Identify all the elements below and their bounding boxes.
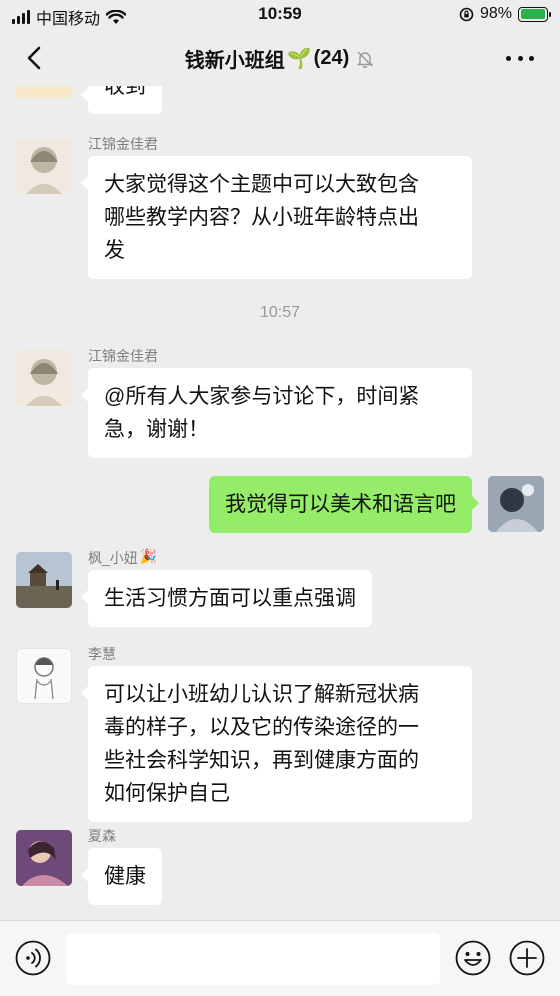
voice-icon[interactable] — [14, 939, 52, 977]
sender-name: 枫_小妞 🎉 — [88, 548, 157, 568]
message-bubble[interactable]: 健康 — [81, 848, 162, 905]
message-list[interactable]: 收到 江锦金佳君 大家觉得这个主题中可以大致包含 哪些教学内容？从小班年龄特点出… — [0, 86, 560, 920]
message-line: 发 — [104, 239, 125, 262]
message-timestamp: 10:57 — [259, 304, 301, 321]
my-message-bubble[interactable]: 我觉得可以美术和语言吧 — [209, 476, 479, 533]
my-avatar[interactable] — [488, 476, 544, 532]
message-line: 我觉得可以美术和语言吧 — [225, 493, 456, 516]
message-line: 哪些教学内容？从小班年龄特点出 — [104, 206, 419, 229]
message-line: @所有人大家参与讨论下，时间紧 — [104, 385, 420, 408]
message-line: 大家觉得这个主题中可以大致包含 — [104, 173, 419, 196]
message-line: 些社会科学知识，再到健康方面的 — [104, 749, 419, 772]
message-text: 收到 — [104, 86, 146, 98]
sender-emoji: 🎉 — [139, 548, 158, 564]
battery-percent: 98% — [479, 5, 512, 22]
avatar[interactable] — [16, 138, 72, 194]
sender-name-text: 枫_小妞 — [88, 550, 138, 566]
message-bubble[interactable]: 收到 — [81, 86, 162, 114]
sender-name: 李慧 — [88, 646, 116, 662]
message-bubble[interactable]: 可以让小班幼儿认识了解新冠状病 毒的样子，以及它的传染途径的一 些社会科学知识，… — [81, 666, 472, 822]
sender-name: 江锦金佳君 — [88, 348, 158, 364]
group-title: 钱新小班组 🌱 (24) — [0, 44, 560, 73]
message-line: 如何保护自己 — [104, 782, 230, 805]
message-bubble[interactable]: 生活习惯方面可以重点强调 — [81, 570, 372, 627]
message-line: 可以让小班幼儿认识了解新冠状病 — [104, 683, 419, 706]
avatar[interactable] — [16, 350, 72, 406]
message-line: 健康 — [104, 865, 146, 888]
status-right: 98% — [459, 5, 551, 23]
emoji-icon[interactable] — [454, 939, 492, 977]
message-bubble[interactable]: 大家觉得这个主题中可以大致包含 哪些教学内容？从小班年龄特点出 发 — [81, 156, 472, 279]
plus-icon[interactable] — [508, 939, 546, 977]
message-bubble[interactable]: @所有人大家参与讨论下，时间紧 急，谢谢！ — [81, 368, 472, 458]
message-line: 毒的样子，以及它的传染途径的一 — [104, 716, 419, 739]
bell-mute-icon — [357, 51, 374, 68]
sender-name: 夏森 — [88, 828, 116, 844]
avatar[interactable] — [16, 648, 72, 704]
more-options-button[interactable] — [506, 46, 534, 70]
input-bar — [0, 920, 560, 996]
status-bar: 中国移动 10:59 98% — [0, 0, 560, 30]
avatar[interactable] — [16, 552, 72, 608]
message-line: 生活习惯方面可以重点强调 — [104, 587, 356, 610]
group-name: 钱新小班组 — [184, 50, 285, 72]
message-line: 急，谢谢！ — [104, 418, 209, 441]
avatar[interactable] — [16, 830, 72, 886]
avatar[interactable] — [16, 86, 72, 98]
orientation-lock-icon — [459, 7, 474, 21]
message-input[interactable] — [66, 933, 440, 985]
sender-name: 江锦金佳君 — [88, 136, 158, 152]
title-emoji: 🌱 — [286, 48, 312, 70]
member-count: (24) — [313, 47, 350, 69]
chat-header: 钱新小班组 🌱 (24) — [0, 30, 560, 86]
battery-icon — [518, 6, 551, 22]
